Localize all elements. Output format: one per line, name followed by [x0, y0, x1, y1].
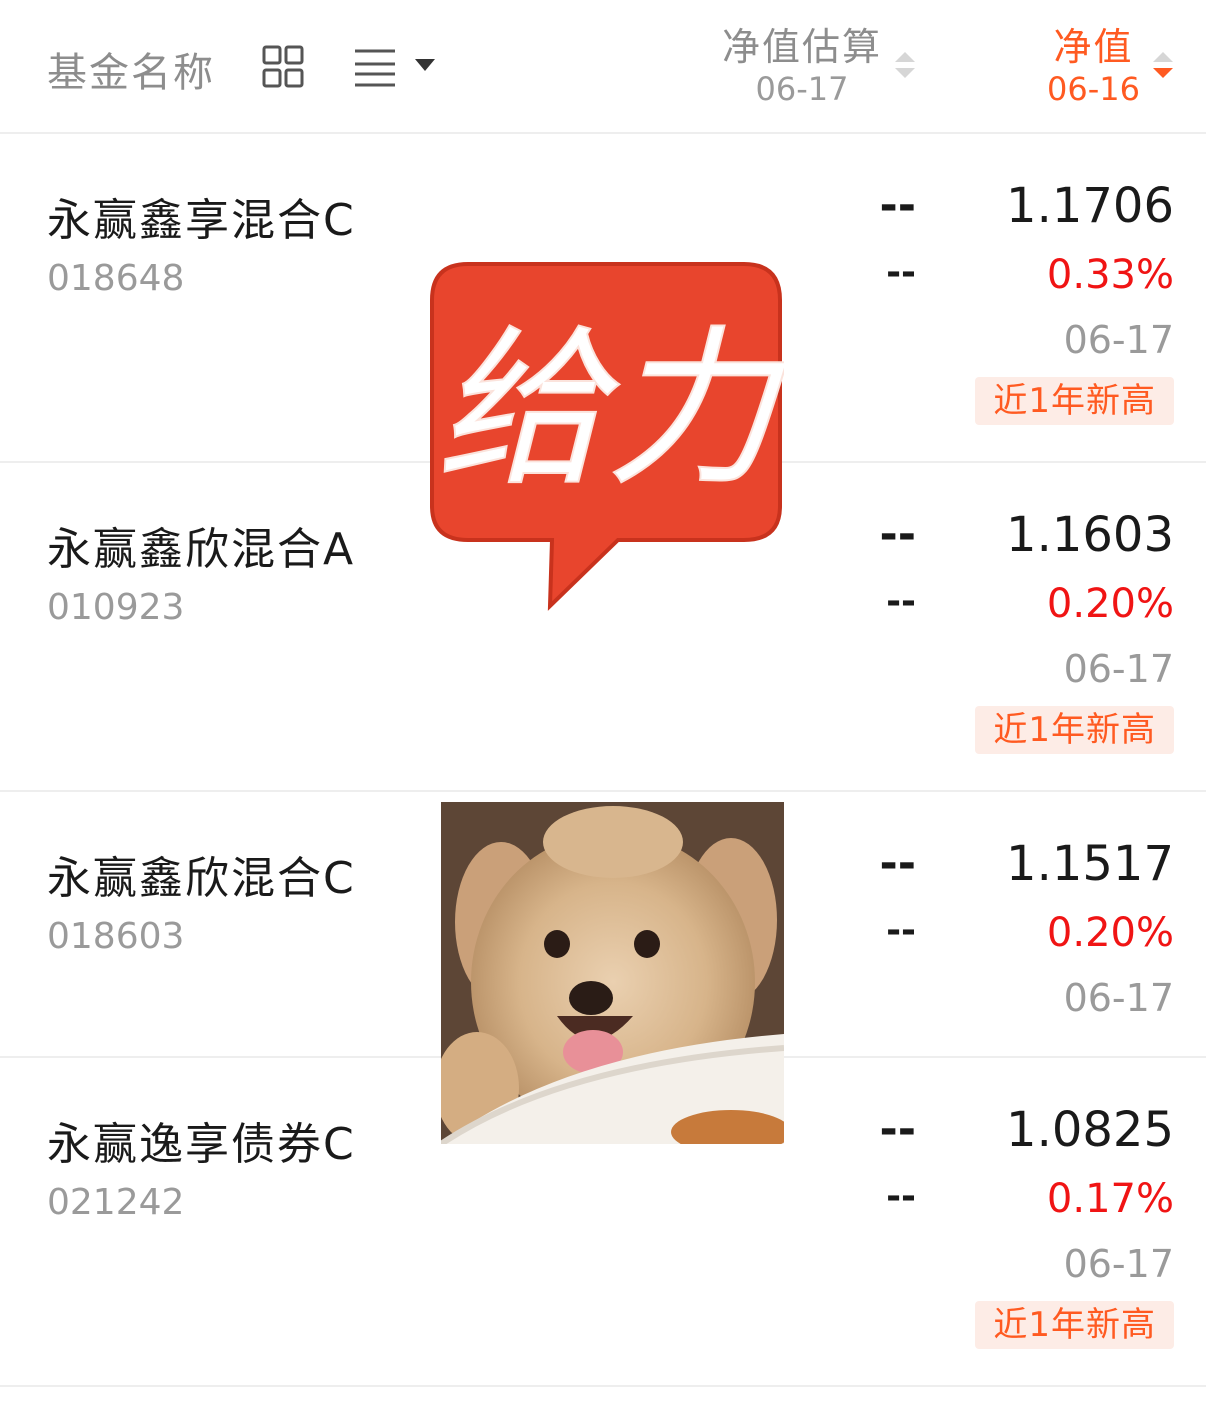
- estimate-value: --: [879, 1104, 916, 1155]
- estimate-label: 净值估算: [721, 25, 882, 69]
- estimate-column-header[interactable]: 净值估算 06-17: [722, 24, 882, 108]
- nav-value: 1.1603: [1006, 507, 1174, 563]
- estimate-change: --: [886, 581, 916, 622]
- nav-value: 1.1517: [1006, 836, 1174, 892]
- nav-value: 1.0825: [1006, 1102, 1174, 1158]
- puppy-sticker: [441, 802, 784, 1144]
- nav-change: 0.33%: [1046, 252, 1174, 298]
- estimate-value: --: [879, 509, 916, 560]
- estimate-change: --: [886, 252, 916, 293]
- year-high-badge: 近1年新高: [975, 706, 1174, 754]
- nav-column-header[interactable]: 净值 06-16: [1047, 24, 1140, 108]
- nav-update-date: 06-17: [1063, 647, 1174, 691]
- estimate-value: --: [879, 180, 916, 231]
- estimate-date: 06-17: [755, 70, 849, 108]
- fund-code: 010923: [47, 587, 185, 628]
- nav-label: 净值: [1053, 25, 1134, 69]
- sort-desc-icon[interactable]: [1151, 50, 1175, 80]
- nav-change: 0.20%: [1046, 581, 1174, 627]
- nav-update-date: 06-17: [1063, 1242, 1174, 1286]
- sort-icon[interactable]: [893, 50, 917, 80]
- nav-date: 06-16: [1047, 70, 1140, 108]
- fund-code: 018648: [47, 258, 185, 299]
- fund-code: 021242: [47, 1182, 185, 1223]
- fund-name: 永赢鑫欣混合C: [47, 853, 356, 904]
- year-high-badge: 近1年新高: [975, 377, 1174, 425]
- estimate-change: --: [886, 910, 916, 951]
- list-view-icon[interactable]: [353, 46, 397, 88]
- estimate-change: --: [886, 1176, 916, 1217]
- nav-update-date: 06-17: [1063, 318, 1174, 362]
- nav-change: 0.17%: [1046, 1176, 1174, 1222]
- grid-view-icon[interactable]: [260, 44, 306, 90]
- fund-name: 永赢逸享债券C: [47, 1119, 356, 1170]
- fund-name: 永赢鑫欣混合A: [47, 524, 356, 575]
- nav-change: 0.20%: [1046, 910, 1174, 956]
- nav-value: 1.1706: [1006, 178, 1174, 234]
- fund-name: 永赢鑫享混合C: [47, 195, 356, 246]
- geili-text: 给力: [436, 311, 784, 509]
- year-high-badge: 近1年新高: [975, 1301, 1174, 1349]
- geili-sticker: 给力: [430, 262, 784, 611]
- chevron-down-icon[interactable]: [414, 58, 436, 72]
- estimate-value: --: [879, 838, 916, 889]
- list-header: 基金名称 净值估算 06-17 净值 06-16: [0, 0, 1206, 134]
- nav-update-date: 06-17: [1063, 976, 1174, 1020]
- fund-code: 018603: [47, 916, 185, 957]
- fund-name-header: 基金名称: [47, 50, 215, 96]
